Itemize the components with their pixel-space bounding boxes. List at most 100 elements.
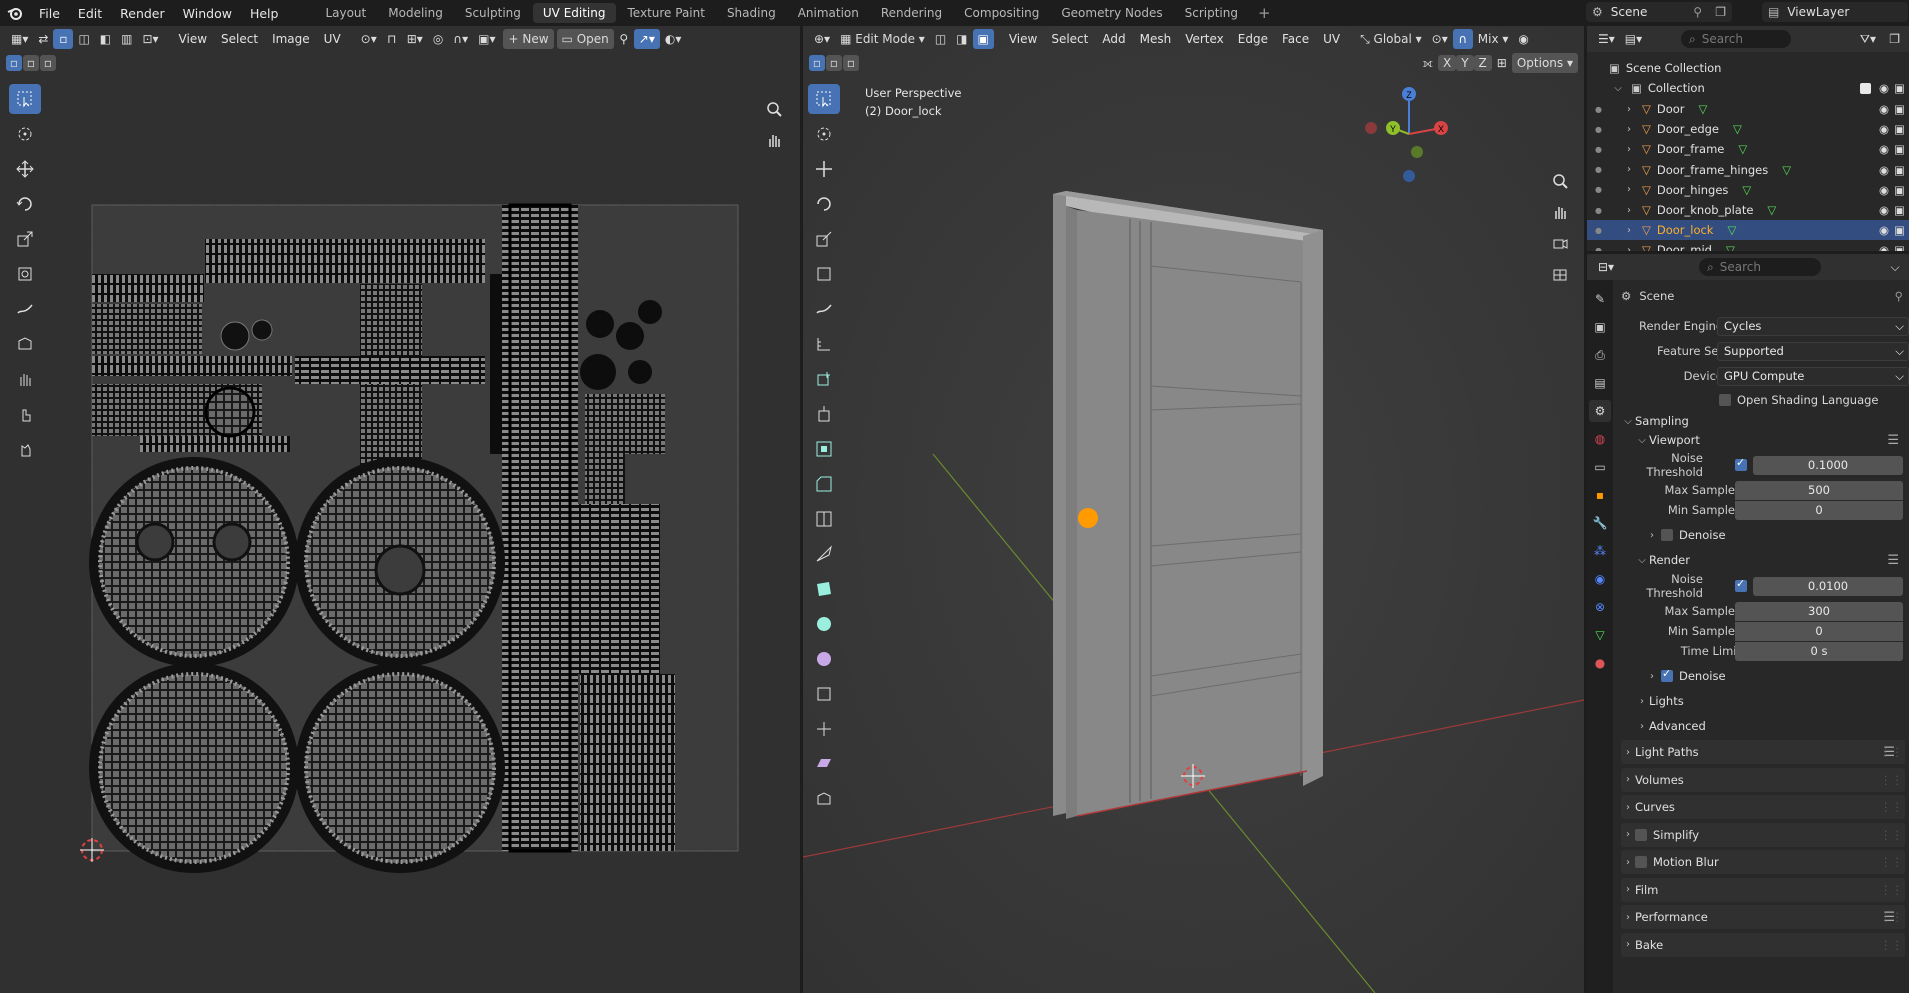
filter-icon[interactable]: ⛛▾ — [1855, 29, 1881, 49]
drag-handle-icon[interactable]: ⋮⋮ — [1880, 828, 1903, 842]
render-noise-threshold-checkbox[interactable] — [1735, 577, 1747, 592]
measure-tool-icon[interactable] — [808, 329, 840, 359]
uv-island[interactable] — [295, 663, 505, 873]
viewport-max-samples-field[interactable]: 500 — [1735, 480, 1903, 500]
viewport-min-samples-field[interactable]: 0 — [1735, 500, 1903, 520]
mirror-toggle-icon[interactable]: ⟗ — [1417, 53, 1438, 73]
chevron-right-icon[interactable]: › — [1622, 164, 1636, 175]
eye-icon[interactable]: ◉ — [1879, 203, 1889, 217]
camera-icon[interactable]: ▣ — [1894, 243, 1905, 251]
rip-region-tool-icon[interactable] — [808, 784, 840, 814]
mesh-data-icon[interactable]: ▽ — [1742, 183, 1751, 197]
drag-handle-icon[interactable]: ⋮⋮ — [1880, 883, 1903, 897]
panel-curves[interactable]: › Curves ⋮⋮ — [1621, 795, 1905, 819]
snap-target-icon[interactable]: ⊞▾ — [402, 29, 428, 49]
uv-island[interactable] — [92, 304, 202, 354]
render-time-limit-field[interactable]: 0 s — [1735, 641, 1903, 661]
drag-handle-icon[interactable]: ⋮⋮ — [1880, 745, 1903, 759]
spin-tool-icon[interactable] — [808, 609, 840, 639]
outliner-search[interactable]: ⌕ Search — [1681, 30, 1791, 48]
cursor-tool-icon[interactable] — [808, 119, 840, 149]
camera-icon[interactable]: ▣ — [1894, 203, 1905, 217]
display-mode-icon[interactable]: ▤▾ — [1620, 29, 1647, 49]
orientation-selector[interactable]: ⤡ Global ▾ — [1355, 29, 1427, 49]
pin-icon[interactable]: ⚲ — [1693, 5, 1702, 19]
tool-tab-icon[interactable]: ✎ — [1589, 288, 1611, 310]
new-collection-icon[interactable]: ❐ — [1884, 29, 1905, 49]
uv-island[interactable] — [490, 274, 504, 454]
menu-window[interactable]: Window — [174, 0, 241, 26]
uv-island[interactable] — [616, 322, 644, 350]
uv-island[interactable] — [628, 360, 652, 384]
render-denoise-checkbox[interactable] — [1661, 667, 1673, 682]
mesh-data-icon[interactable]: ▽ — [1738, 142, 1747, 156]
outliner-object-row[interactable]: ● › ▽ Door_mid ▽ ◉ ▣ — [1587, 240, 1909, 251]
uv-island[interactable] — [580, 354, 616, 390]
pin-icon[interactable]: ⚲ — [1895, 289, 1903, 303]
checkbox-icon[interactable] — [1860, 82, 1871, 94]
scale-tool-icon[interactable] — [808, 224, 840, 254]
inset-tool-icon[interactable] — [808, 434, 840, 464]
camera-icon[interactable]: ▣ — [1894, 81, 1905, 95]
panel-motion-blur[interactable]: › Motion Blur ⋮⋮ — [1621, 850, 1905, 874]
editor-type-icon[interactable]: ▦▾ — [6, 29, 33, 49]
annotate-tool-icon[interactable] — [808, 294, 840, 324]
uv-island[interactable] — [638, 300, 662, 324]
viewport-noise-threshold-checkbox[interactable] — [1735, 456, 1747, 471]
particles-tab-icon[interactable]: ⁂ — [1589, 540, 1611, 562]
tab-shading[interactable]: Shading — [717, 3, 786, 23]
uv-island[interactable] — [89, 663, 299, 873]
viewport-denoise-subpanel[interactable]: › Denoise — [1645, 525, 1909, 545]
render-denoise-subpanel[interactable]: › Denoise — [1645, 666, 1909, 686]
proportional-edit-icon[interactable]: ◉ — [1513, 29, 1533, 49]
options-button[interactable]: Options ▾ — [1511, 53, 1578, 73]
scene-tab-icon[interactable]: ⚙ — [1589, 400, 1611, 422]
properties-search[interactable]: ⌕ Search — [1699, 258, 1821, 276]
outliner-object-row[interactable]: ● › ▽ Door_knob_plate ▽ ◉ ▣ — [1587, 200, 1909, 220]
scene-selector[interactable]: ⚙ Scene ⚲ ❐ — [1586, 2, 1732, 22]
menu-file[interactable]: File — [30, 0, 69, 26]
editor-type-icon[interactable]: ☰▾ — [1593, 29, 1620, 49]
uv-menu-select[interactable]: Select — [214, 29, 265, 49]
uv-island[interactable] — [220, 321, 250, 351]
shear-tool-icon[interactable] — [808, 749, 840, 779]
uv-island[interactable] — [92, 274, 204, 302]
smooth-tool-icon[interactable] — [808, 644, 840, 674]
gizmo-neg-z-icon[interactable] — [1403, 170, 1415, 182]
uv-island[interactable] — [92, 356, 292, 376]
uv-island[interactable] — [251, 319, 273, 341]
edge-select-icon[interactable]: ◫ — [73, 29, 94, 49]
presets-list-icon[interactable]: ☰ — [1887, 433, 1899, 448]
tab-rendering[interactable]: Rendering — [871, 3, 952, 23]
vp-menu-add[interactable]: Add — [1095, 29, 1132, 49]
osl-checkbox[interactable] — [1719, 394, 1731, 406]
snap-icon[interactable]: ⊓ — [382, 29, 402, 49]
uv-island[interactable] — [140, 436, 290, 452]
shrink-fatten-tool-icon[interactable] — [808, 714, 840, 744]
chevron-right-icon[interactable]: › — [1622, 104, 1636, 115]
perspective-toggle-icon[interactable] — [1547, 261, 1573, 287]
snap-toggle-icon[interactable]: ∩ — [1452, 29, 1473, 49]
editor-type-icon[interactable]: ⊟▾ — [1593, 257, 1619, 277]
mesh-data-icon[interactable]: ▽ — [1727, 223, 1736, 237]
tab-geometry-nodes[interactable]: Geometry Nodes — [1051, 3, 1172, 23]
viewport-denoise-checkbox[interactable] — [1661, 529, 1673, 541]
mirror-y-button[interactable]: Y — [1456, 55, 1474, 71]
select-mode-extend-icon[interactable]: ▫ — [826, 55, 842, 71]
uv-island[interactable] — [575, 504, 660, 674]
tab-texture-paint[interactable]: Texture Paint — [618, 3, 715, 23]
data-tab-icon[interactable]: ▽ — [1589, 624, 1611, 646]
gizmo-toggle-icon[interactable]: ↗▾ — [633, 29, 660, 49]
feature-set-dropdown[interactable]: Supported ⌵ — [1717, 341, 1909, 361]
render-max-samples-field[interactable]: 300 — [1735, 601, 1903, 621]
vp-menu-vertex[interactable]: Vertex — [1178, 29, 1231, 49]
vertex-select-mode-icon[interactable]: ◫ — [930, 29, 951, 49]
select-mode-extend-icon[interactable]: ▫ — [23, 55, 39, 71]
chevron-right-icon[interactable]: › — [1622, 184, 1636, 195]
eye-icon[interactable]: ◉ — [1879, 183, 1889, 197]
uv-island[interactable] — [204, 386, 256, 438]
edge-slide-tool-icon[interactable] — [808, 679, 840, 709]
gizmo-neg-x-icon[interactable] — [1365, 122, 1377, 134]
eye-icon[interactable]: ◉ — [1879, 223, 1889, 237]
editor-type-icon[interactable]: ⊕▾ — [809, 29, 835, 49]
